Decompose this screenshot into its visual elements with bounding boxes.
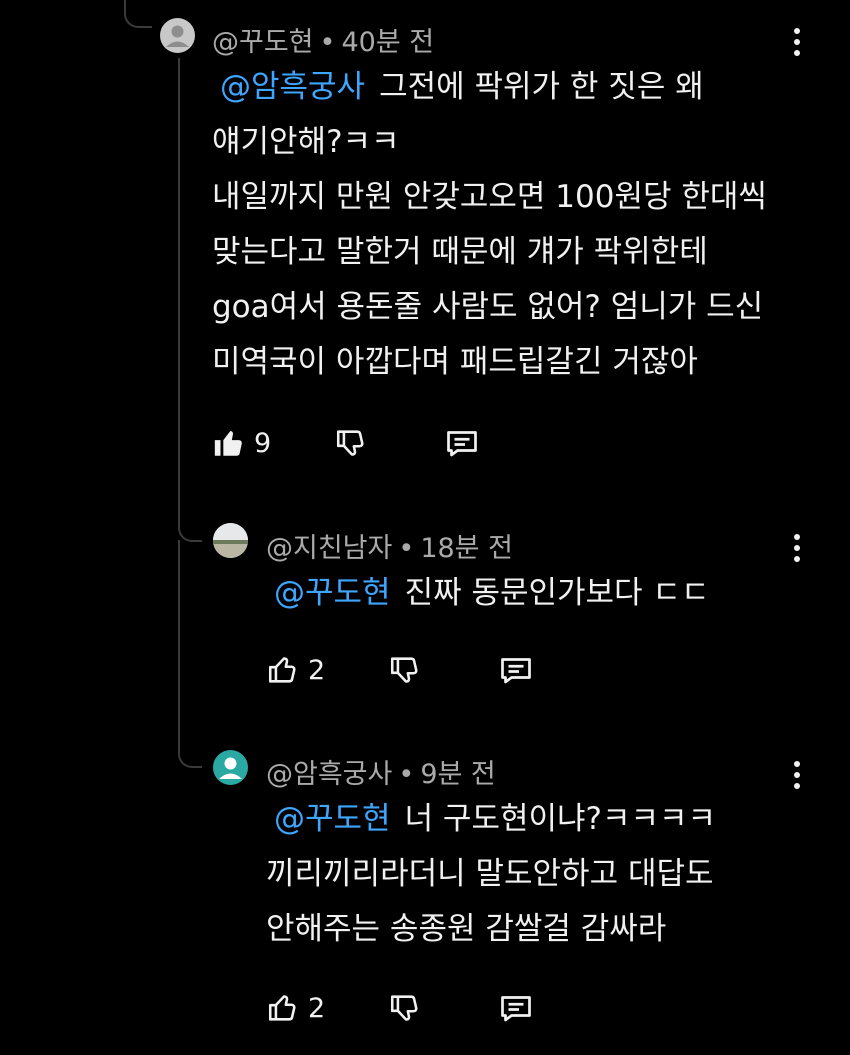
thread-elbow-reply-1 — [178, 500, 202, 542]
mention-link[interactable]: @꾸도현 — [274, 801, 391, 837]
thumbs-down-outline-icon — [390, 657, 418, 683]
comment-line: 미역국이 아깝다며 패드립갈긴 거잖아 — [212, 344, 698, 380]
comment-line: 얘기안해?ㅋㅋ — [212, 124, 400, 160]
comment-line: 안해주는 송종원 감쌀걸 감싸라 — [266, 911, 667, 947]
reply-button[interactable] — [444, 418, 480, 468]
comment-actions: 2 — [266, 645, 566, 695]
dislike-button[interactable] — [388, 645, 422, 695]
comment-time: 9분 전 — [420, 759, 496, 790]
like-count: 2 — [308, 992, 326, 1024]
comment-meta: @꾸도현 • 40분 전 — [212, 20, 434, 59]
comment-body: @꾸도현 너 구도현이냐?ㅋㅋㅋㅋ 끼리끼리라더니 말도안하고 대답도 안해주는 … — [266, 792, 806, 957]
comment-author[interactable]: @암흑궁사 — [266, 759, 392, 790]
avatar-default-teal[interactable] — [213, 750, 248, 785]
comment-line: 맞는다고 말한거 때문에 걔가 팍위한테 — [212, 234, 708, 270]
comment-author[interactable]: @꾸도현 — [212, 27, 314, 58]
person-icon — [166, 25, 189, 47]
like-button[interactable]: 2 — [266, 983, 325, 1033]
like-button[interactable]: 9 — [212, 418, 271, 468]
thread-elbow-top — [124, 0, 152, 28]
comment-line: @암흑궁사 그전에 팍위가 한 짓은 왜 — [220, 69, 704, 105]
more-vert-icon[interactable] — [782, 528, 812, 568]
comment-line: 끼리끼리라더니 말도안하고 대답도 — [266, 856, 714, 892]
comment-actions: 2 — [266, 983, 566, 1033]
comment-meta: @지친남자 • 18분 전 — [266, 526, 513, 565]
meta-separator: • — [319, 27, 336, 58]
more-vert-icon[interactable] — [782, 22, 812, 62]
comment-actions: 9 — [212, 418, 512, 468]
comment-body: @꾸도현 진짜 동문인가보다 ㄷㄷ — [266, 566, 806, 621]
reply-button[interactable] — [498, 983, 534, 1033]
person-icon — [219, 757, 242, 779]
reply-comment-icon — [501, 996, 531, 1022]
comment-author[interactable]: @지친남자 — [266, 533, 392, 564]
dislike-button[interactable] — [388, 983, 422, 1033]
thread-line-main — [178, 58, 180, 516]
reply-comment-icon — [501, 658, 531, 684]
comment-time: 40분 전 — [341, 27, 435, 58]
like-button[interactable]: 2 — [266, 645, 325, 695]
comment-line: goa여서 용돈줄 사람도 없어? 엄니가 드신 — [212, 289, 764, 325]
comment-time: 18분 전 — [420, 533, 513, 564]
meta-separator: • — [398, 533, 415, 564]
reply-comment-icon — [447, 431, 477, 457]
thumbs-up-filled-icon — [214, 430, 242, 456]
avatar-default[interactable] — [160, 18, 195, 53]
comment-line: @꾸도현 진짜 동문인가보다 ㄷㄷ — [274, 575, 710, 611]
dislike-button[interactable] — [334, 418, 368, 468]
thread-line-main-2 — [178, 540, 180, 740]
comment-meta: @암흑궁사 • 9분 전 — [266, 752, 496, 791]
thumbs-down-outline-icon — [336, 430, 364, 456]
mention-link[interactable]: @꾸도현 — [274, 575, 391, 611]
like-count: 9 — [254, 427, 272, 459]
meta-separator: • — [398, 759, 415, 790]
thumbs-up-outline-icon — [268, 657, 296, 683]
thread-elbow-reply-2 — [178, 726, 202, 768]
more-vert-icon[interactable] — [782, 755, 812, 795]
like-count: 2 — [308, 654, 326, 686]
mention-link[interactable]: @암흑궁사 — [220, 69, 365, 105]
comment-line: 내일까지 만원 안갖고오면 100원당 한대씩 — [212, 179, 767, 215]
reply-button[interactable] — [498, 645, 534, 695]
landscape-photo-icon — [213, 523, 248, 558]
comment-line: @꾸도현 너 구도현이냐?ㅋㅋㅋㅋ — [274, 801, 717, 837]
thumbs-up-outline-icon — [268, 995, 296, 1021]
thumbs-down-outline-icon — [390, 995, 418, 1021]
avatar-photo[interactable] — [213, 523, 248, 558]
comment-body: @암흑궁사 그전에 팍위가 한 짓은 왜 얘기안해?ㅋㅋ 내일까지 만원 안갖고오… — [212, 60, 812, 390]
